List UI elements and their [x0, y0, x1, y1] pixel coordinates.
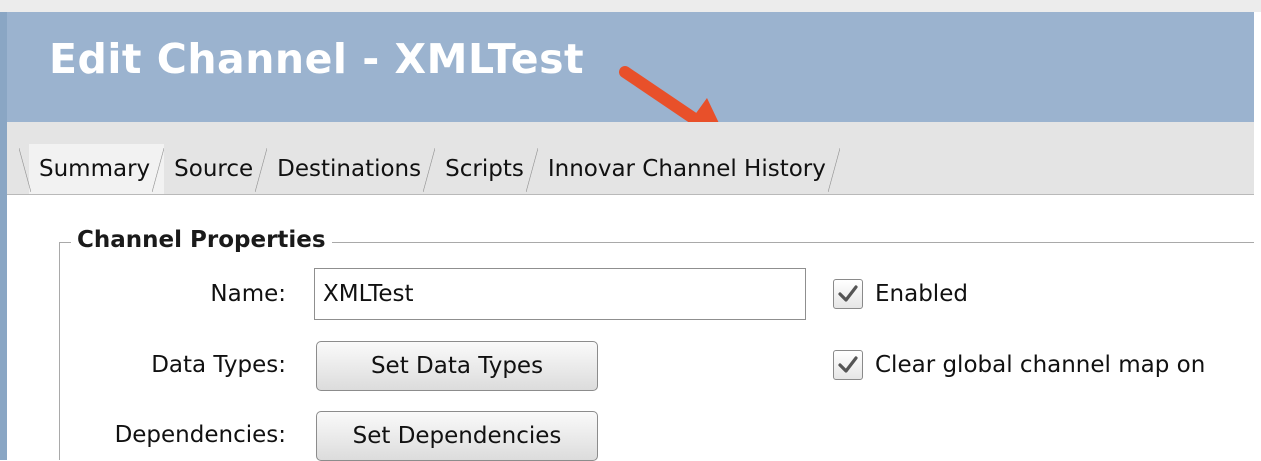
checkmark-icon [838, 285, 858, 302]
tab-destinations[interactable]: Destinations [267, 144, 436, 194]
channel-properties-title: Channel Properties [71, 227, 332, 253]
tab-scripts[interactable]: Scripts [435, 144, 538, 194]
window-left-border [0, 12, 7, 460]
checkmark-icon [838, 356, 858, 373]
tab-label: Innovar Channel History [547, 156, 826, 182]
name-label: Name: [210, 281, 286, 307]
channel-name-input[interactable] [314, 268, 806, 320]
enabled-label: Enabled [875, 281, 968, 307]
tab-label: Source [174, 156, 254, 182]
tab-summary[interactable]: Summary [18, 144, 165, 194]
group-border-left [59, 242, 60, 460]
tab-source[interactable]: Source [164, 144, 268, 194]
tab-label: Scripts [445, 156, 524, 182]
dependencies-label: Dependencies: [114, 422, 286, 448]
tab-label: Destinations [277, 156, 422, 182]
tab-list: Summary Source Destinations Scripts Inno… [18, 142, 840, 194]
enabled-checkbox-row[interactable]: Enabled [833, 279, 968, 309]
tab-label: Summary [39, 156, 151, 182]
tab-bar: Summary Source Destinations Scripts Inno… [7, 122, 1254, 195]
edit-channel-window: Edit Channel - XMLTest Summary Source De… [7, 12, 1261, 461]
clear-map-checkbox[interactable] [833, 350, 863, 380]
set-data-types-button[interactable]: Set Data Types [316, 341, 598, 391]
set-dependencies-button[interactable]: Set Dependencies [316, 411, 598, 461]
page-title: Edit Channel - XMLTest [49, 35, 585, 83]
clear-map-label: Clear global channel map on [875, 352, 1206, 378]
enabled-checkbox[interactable] [833, 279, 863, 309]
summary-panel: Channel Properties Name: Enabled Data Ty… [7, 195, 1254, 461]
data-types-label: Data Types: [151, 352, 286, 378]
top-strip [0, 0, 1261, 12]
tab-innovar-channel-history[interactable]: Innovar Channel History [538, 144, 840, 194]
clear-map-checkbox-row[interactable]: Clear global channel map on [833, 350, 1205, 380]
